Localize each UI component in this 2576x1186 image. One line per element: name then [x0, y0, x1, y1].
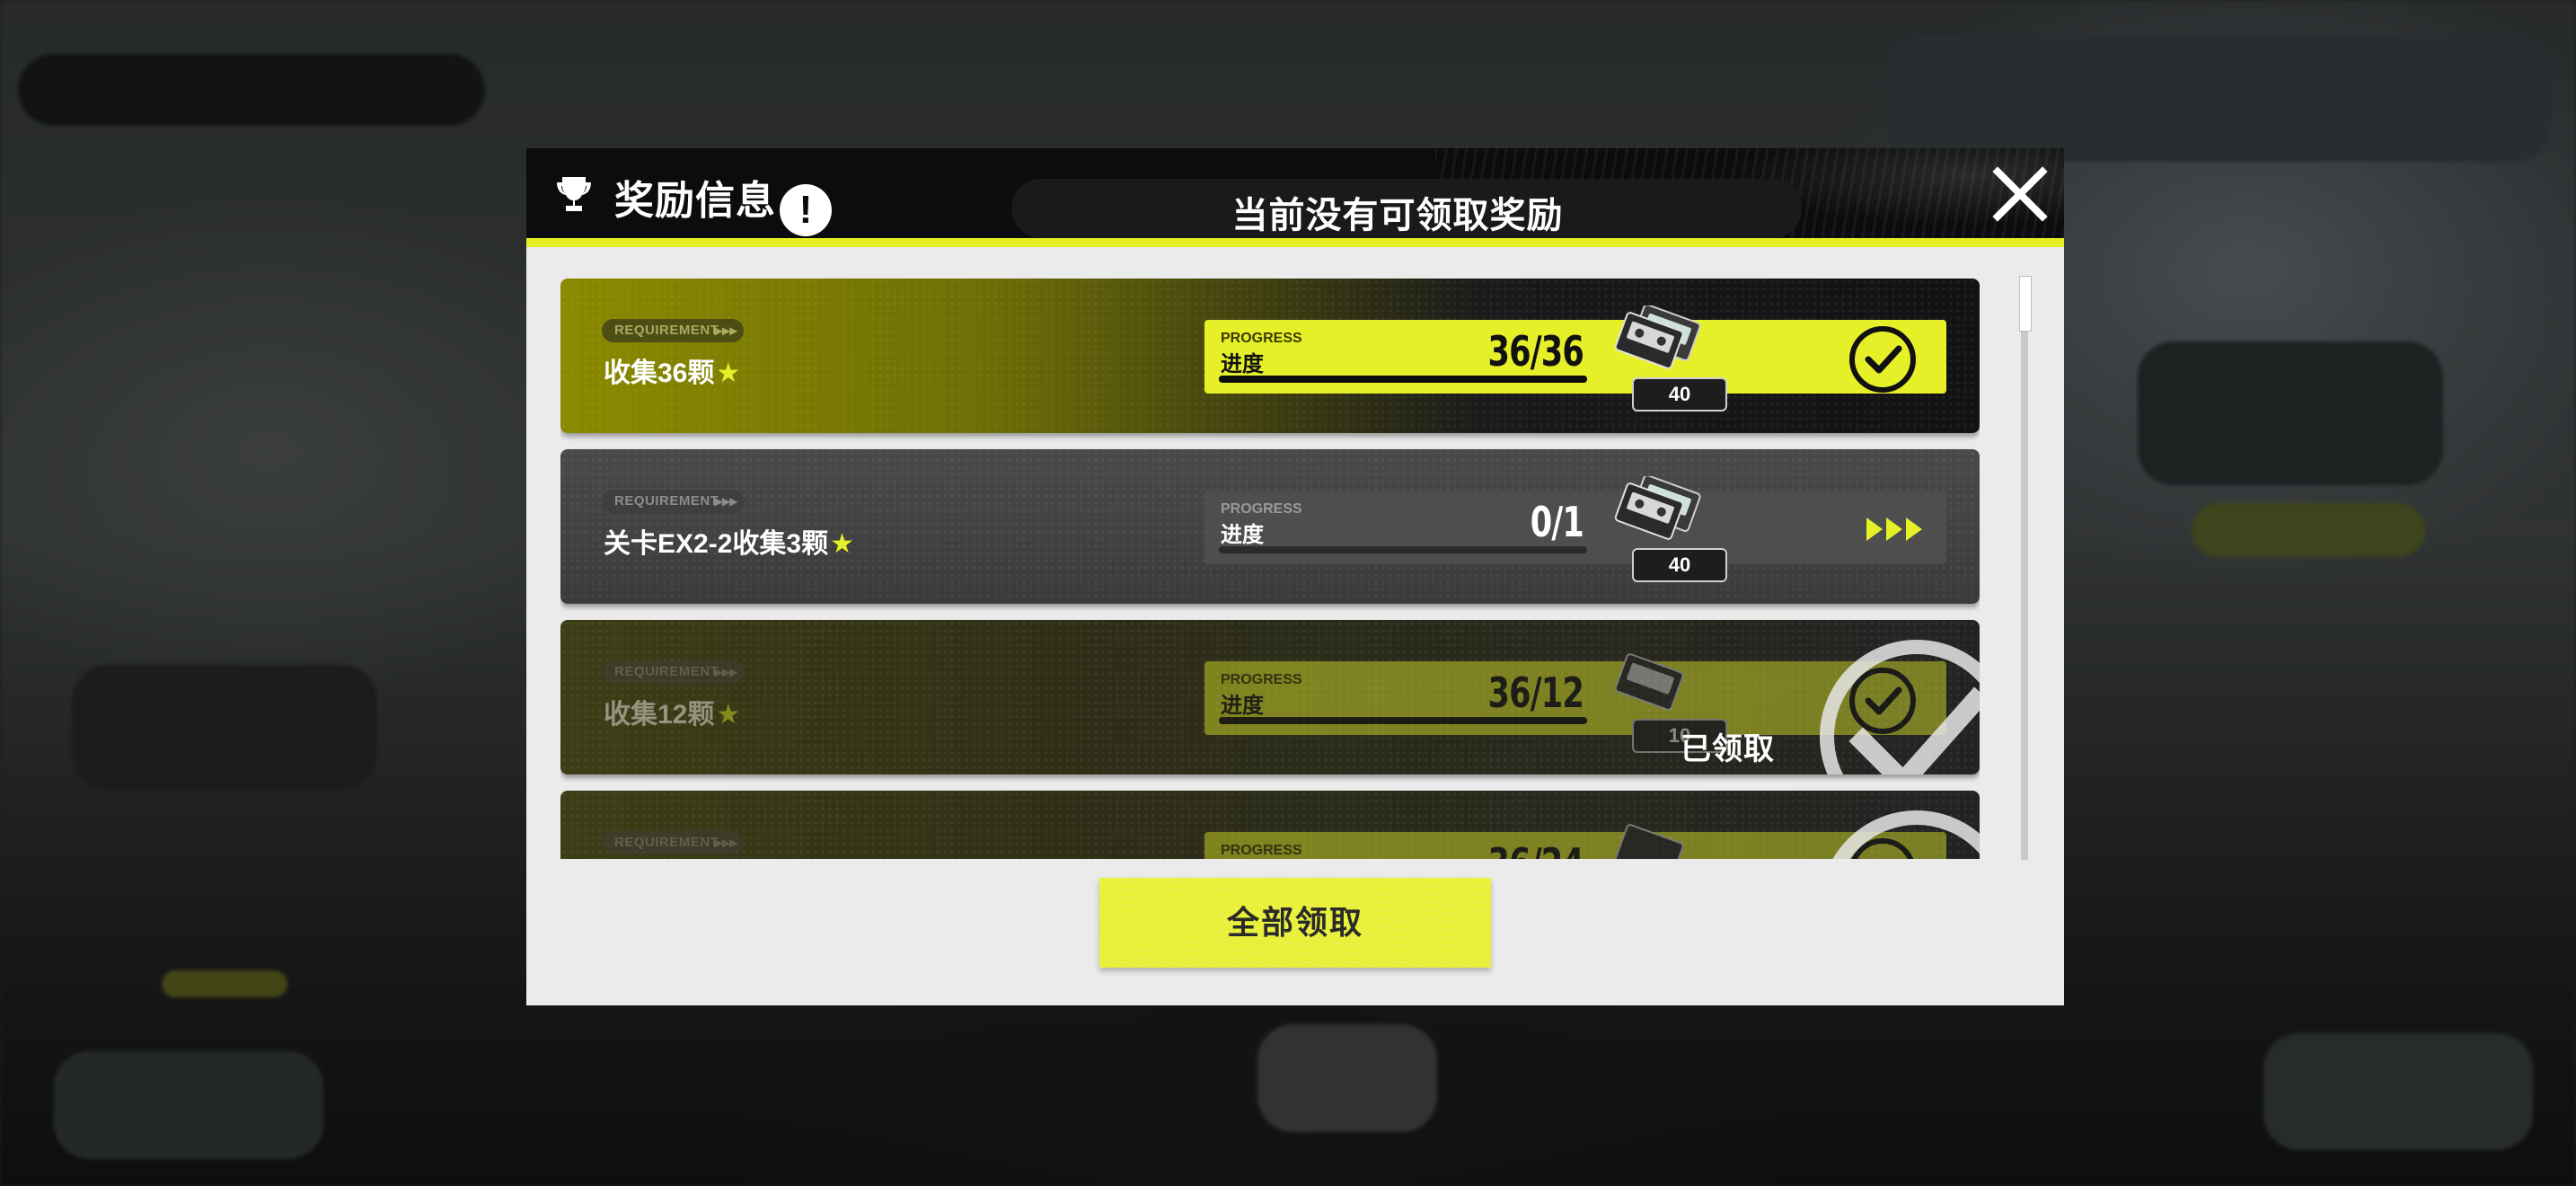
reward-list[interactable]: REQUIREMENT▶▶▶ 收集36颗★ PROGRESS 进度 36/36 [560, 279, 1980, 859]
claimed-stamp-icon [1820, 640, 1980, 774]
progress-count: 36/24 [1414, 839, 1584, 859]
trophy-icon [557, 177, 591, 211]
progress-label-en: PROGRESS [1221, 843, 1302, 858]
claimed-label: 已领取 [1681, 732, 1775, 766]
requirement-tag-label: REQUIREMENT [614, 493, 719, 509]
progress-fill [1219, 376, 1587, 383]
claimed-stamp-icon [1832, 810, 1980, 859]
tag-arrows-icon: ▶▶▶ [714, 666, 738, 678]
reward-row: REQUIREMENT▶▶▶ PROGRESS 36/24 [560, 791, 1980, 859]
progress-count: 36/36 [1487, 327, 1584, 376]
check-circle-icon[interactable] [1847, 323, 1919, 395]
progress-track [1219, 546, 1587, 553]
requirement-tag: REQUIREMENT ▶▶▶ [602, 490, 745, 513]
requirement-label: 收集36颗 [604, 358, 715, 388]
close-icon[interactable] [1989, 163, 2051, 226]
progress-label: 进度 [1221, 352, 1264, 376]
cassette-tape-icon [1614, 305, 1701, 369]
progress-label-en: PROGRESS [1221, 501, 1302, 517]
progress-label: 进度 [1221, 694, 1264, 718]
claim-all-button[interactable]: 全部领取 [1099, 878, 1491, 968]
tag-arrows-icon: ▶▶▶ [714, 495, 738, 508]
star-icon: ★ [716, 700, 741, 730]
requirement-tag-label: REQUIREMENT [614, 664, 719, 679]
requirement-tag: REQUIREMENT ▶▶▶ [602, 660, 745, 684]
notice-text: 当前没有可领取奖励 [1231, 196, 1564, 235]
tag-arrows-icon: ▶▶▶ [714, 836, 738, 849]
item-quantity: 40 [1632, 377, 1727, 412]
progress-label-en: PROGRESS [1221, 331, 1302, 346]
triple-arrow-icon[interactable] [1865, 514, 1928, 544]
requirement-label: 关卡EX2-2收集3颗 [604, 529, 829, 559]
reward-info-dialog: 奖励信息 ! 当前没有可领取奖励 REQUIREMENT ▶▶▶ 收集36颗★ P… [526, 148, 2064, 1005]
requirement-tag-label: REQUIREMENT [614, 323, 719, 338]
alert-icon: ! [780, 184, 832, 236]
header-accent-line [526, 238, 2064, 247]
progress-count: 0/1 [1530, 498, 1584, 546]
scrollbar-thumb[interactable] [2019, 276, 2032, 332]
progress-panel: PROGRESS 进度 36/36 [1204, 320, 1946, 394]
tag-arrows-icon: ▶▶▶ [714, 324, 738, 337]
progress-panel: PROGRESS 进度 0/1 [1204, 491, 1946, 564]
reward-row: REQUIREMENT▶▶▶ 收集36颗★ PROGRESS 进度 36/36 [560, 279, 1980, 433]
reward-row: REQUIREMENT ▶▶▶ 收集12颗★ PROGRESS 进度 36/12 … [560, 620, 1980, 774]
progress-track [1219, 376, 1587, 383]
claim-all-label: 全部领取 [1226, 904, 1363, 941]
dialog-header: 奖励信息 ! 当前没有可领取奖励 [526, 148, 2064, 238]
cassette-tape-icon [1614, 824, 1684, 859]
cassette-tape-icon [1614, 476, 1701, 540]
requirement-text: 收集12颗★ [604, 692, 740, 731]
scrollbar-track[interactable] [2021, 276, 2028, 860]
reward-row: REQUIREMENT ▶▶▶ 关卡EX2-2收集3颗★ PROGRESS 进度 … [560, 449, 1980, 604]
requirement-text: 关卡EX2-2收集3颗★ [604, 521, 854, 561]
requirement-label: 收集12颗 [604, 700, 715, 730]
requirement-tag-label: REQUIREMENT [614, 835, 719, 850]
cassette-tape-icon [1614, 653, 1684, 711]
star-icon: ★ [830, 529, 854, 559]
requirement-text: 收集36颗★ [604, 350, 740, 390]
dialog-title: 奖励信息 [614, 179, 776, 223]
progress-count: 36/12 [1487, 668, 1584, 717]
item-quantity: 40 [1632, 548, 1727, 582]
requirement-tag: REQUIREMENT ▶▶▶ [602, 831, 745, 854]
progress-label-en: PROGRESS [1221, 672, 1302, 687]
progress-label: 进度 [1221, 523, 1264, 547]
requirement-tag: REQUIREMENT ▶▶▶ [602, 319, 745, 342]
progress-track [1219, 717, 1587, 724]
progress-fill [1219, 717, 1587, 724]
star-icon: ★ [716, 358, 741, 388]
